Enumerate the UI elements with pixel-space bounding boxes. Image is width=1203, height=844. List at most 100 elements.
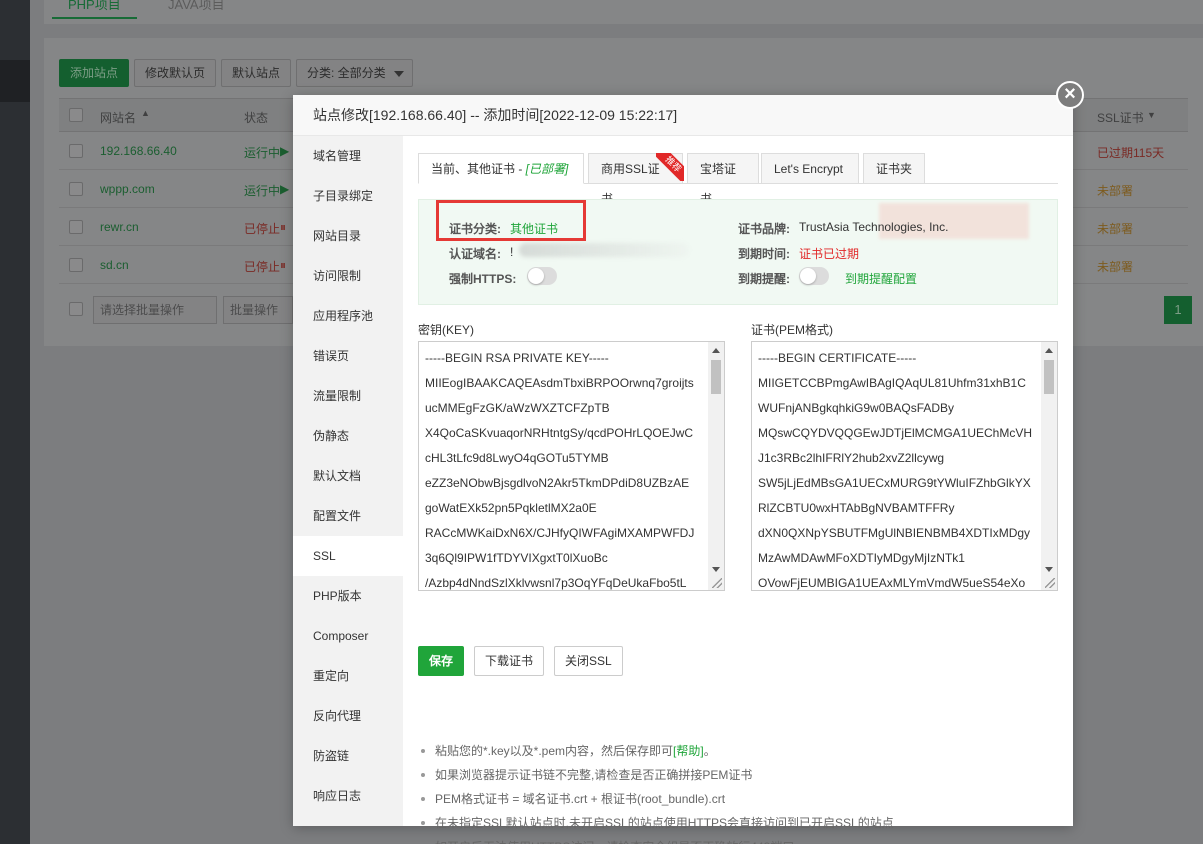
ssl-status[interactable]: 已过期115天: [1097, 144, 1164, 161]
nav-error-page[interactable]: 错误页: [293, 336, 403, 376]
category-select-label: 分类: 全部分类: [307, 66, 386, 80]
pause-icon: ⏸: [280, 258, 287, 272]
tip-item: PEM格式证书 = 域名证书.crt + 根证书(root_bundle).cr…: [418, 787, 1058, 811]
category-select[interactable]: 分类: 全部分类: [296, 59, 413, 87]
tip-item: 如开启后无法使用HTTPS访问，请检查安全组是否正确放行443端口: [418, 835, 1058, 844]
tab-java-project[interactable]: JAVA项目: [168, 0, 225, 13]
scroll-down-icon[interactable]: [1045, 567, 1053, 572]
ssl-status[interactable]: 未部署: [1097, 258, 1133, 275]
nav-access-limit[interactable]: 访问限制: [293, 256, 403, 296]
help-link[interactable]: [帮助]: [673, 744, 704, 758]
tab-baota-cert[interactable]: 宝塔证书: [687, 153, 759, 206]
download-cert-button[interactable]: 下载证书: [474, 646, 545, 676]
row-checkbox[interactable]: [69, 182, 83, 196]
key-scrollbar[interactable]: [708, 342, 724, 590]
tip-text: 粘贴您的*.key以及*.pem内容，然后保存即可: [435, 744, 674, 758]
nav-redirect[interactable]: 重定向: [293, 656, 403, 696]
cert-line: MQswCQYDVQQGEwJDTjElMCMGA1UEChMcVH: [758, 426, 1033, 440]
tip-item: 在未指定SSL默认站点时,未开启SSL的站点使用HTTPS会直接访问到已开启SS…: [418, 811, 1058, 835]
resize-grip-icon[interactable]: [712, 578, 722, 588]
site-name-link[interactable]: 192.168.66.40: [100, 144, 177, 158]
status-stopped[interactable]: 已停止: [244, 258, 280, 275]
pause-icon: ⏸: [280, 220, 287, 234]
key-label: 密钥(KEY): [418, 323, 475, 337]
brand-label: 证书品牌:: [738, 222, 790, 236]
col-site-name[interactable]: 网站名: [100, 109, 136, 126]
certificate-textarea[interactable]: -----BEGIN CERTIFICATE----- MIIGETCCBPmg…: [751, 341, 1058, 591]
highlight-box: [436, 200, 586, 241]
nav-rewrite[interactable]: 伪静态: [293, 416, 403, 456]
nav-php-version[interactable]: PHP版本: [293, 576, 403, 616]
reminder-config-link[interactable]: 到期提醒配置: [845, 270, 917, 287]
tip-suffix: 。: [703, 744, 716, 758]
select-all-checkbox[interactable]: [69, 108, 83, 122]
tip-item: 粘贴您的*.key以及*.pem内容，然后保存即可[帮助]。: [418, 739, 1058, 763]
key-line: 3q6Ql9IPW1fTDYVIXgxtT0lXuoBc: [425, 551, 608, 565]
col-ssl[interactable]: SSL证书: [1097, 109, 1144, 126]
expiry-label: 到期时间:: [738, 247, 790, 261]
nav-response-log[interactable]: 响应日志: [293, 776, 403, 816]
cert-line: WUFnjANBgkqhkiG9w0BAQsFADBy: [758, 401, 955, 415]
nav-hotlink-protection[interactable]: 防盗链: [293, 736, 403, 776]
nav-reverse-proxy[interactable]: 反向代理: [293, 696, 403, 736]
nav-default-doc[interactable]: 默认文档: [293, 456, 403, 496]
ssl-status[interactable]: 未部署: [1097, 220, 1133, 237]
key-line: MIIEogIBAAKCAQEAsdmTbxiBRPOOrwnq7groijts: [425, 376, 694, 390]
status-running[interactable]: 运行中: [244, 182, 280, 199]
nav-config-file[interactable]: 配置文件: [293, 496, 403, 536]
ssl-panel: 当前、其他证书 - [已部署] 商用SSL证书 推荐 宝塔证书 Let's En…: [403, 136, 1073, 844]
recommend-ribbon: 推荐: [656, 153, 684, 181]
tip-item: 如果浏览器提示证书链不完整,请检查是否正确拼接PEM证书: [418, 763, 1058, 787]
resize-grip-icon[interactable]: [1045, 578, 1055, 588]
add-site-button[interactable]: 添加站点: [59, 59, 130, 87]
key-line: X4QoCaSKvuaqorNRHtntgSy/qcdPOHrLQOEJwC: [425, 426, 694, 440]
ssl-status[interactable]: 未部署: [1097, 182, 1133, 199]
cert-scrollbar[interactable]: [1041, 342, 1057, 590]
site-name-link[interactable]: wppp.com: [100, 182, 155, 196]
batch-operation-select[interactable]: 请选择批量操作: [93, 296, 217, 324]
nav-app-pool[interactable]: 应用程序池: [293, 296, 403, 336]
tab-current-cert[interactable]: 当前、其他证书 - [已部署]: [418, 153, 584, 184]
sort-down-icon: ▼: [1147, 110, 1156, 120]
col-status[interactable]: 状态: [244, 109, 268, 126]
nav-traffic-limit[interactable]: 流量限制: [293, 376, 403, 416]
scroll-up-icon[interactable]: [712, 348, 720, 353]
nav-site-dir[interactable]: 网站目录: [293, 216, 403, 256]
nav-domain-manage[interactable]: 域名管理: [293, 136, 403, 176]
key-line: -----BEGIN RSA PRIVATE KEY-----: [425, 351, 609, 365]
batch-operation-button[interactable]: 批量操作: [223, 296, 293, 324]
batch-checkbox[interactable]: [69, 302, 83, 316]
tab-letsencrypt[interactable]: Let's Encrypt: [761, 153, 859, 184]
force-https-toggle[interactable]: [527, 267, 557, 285]
row-checkbox[interactable]: [69, 220, 83, 234]
reminder-toggle[interactable]: [799, 267, 829, 285]
scroll-up-icon[interactable]: [1045, 348, 1053, 353]
site-name-link[interactable]: rewr.cn: [100, 220, 139, 234]
sort-up-icon: ▲: [141, 108, 150, 118]
close-icon[interactable]: ×: [1056, 81, 1084, 109]
save-button[interactable]: 保存: [418, 646, 465, 676]
nav-subdir-bind[interactable]: 子目录绑定: [293, 176, 403, 216]
row-checkbox[interactable]: [69, 258, 83, 272]
scroll-thumb[interactable]: [1044, 360, 1054, 394]
play-icon: ▶: [280, 144, 290, 158]
key-line: /Azbp4dNndSzlXklvwsnl7p3OqYFqDeUkaFbo5tL: [425, 576, 687, 590]
tab-commercial-ssl[interactable]: 商用SSL证书 推荐: [588, 153, 684, 206]
status-running[interactable]: 运行中: [244, 144, 280, 161]
site-name-link[interactable]: sd.cn: [100, 258, 129, 272]
default-site-button[interactable]: 默认站点: [221, 59, 292, 87]
tab-cert-folder[interactable]: 证书夹: [863, 153, 925, 184]
redacted-domain: [519, 243, 689, 257]
reminder-label: 到期提醒:: [738, 272, 790, 286]
private-key-textarea[interactable]: -----BEGIN RSA PRIVATE KEY----- MIIEogIB…: [418, 341, 725, 591]
nav-composer[interactable]: Composer: [293, 616, 403, 656]
tab-php-project[interactable]: PHP项目: [52, 0, 137, 19]
edit-default-page-button[interactable]: 修改默认页: [134, 59, 217, 87]
status-stopped[interactable]: 已停止: [244, 220, 280, 237]
page-number[interactable]: 1: [1164, 296, 1192, 324]
close-ssl-button[interactable]: 关闭SSL: [554, 646, 623, 676]
scroll-down-icon[interactable]: [712, 567, 720, 572]
scroll-thumb[interactable]: [711, 360, 721, 394]
row-checkbox[interactable]: [69, 144, 83, 158]
nav-ssl[interactable]: SSL: [293, 536, 403, 576]
